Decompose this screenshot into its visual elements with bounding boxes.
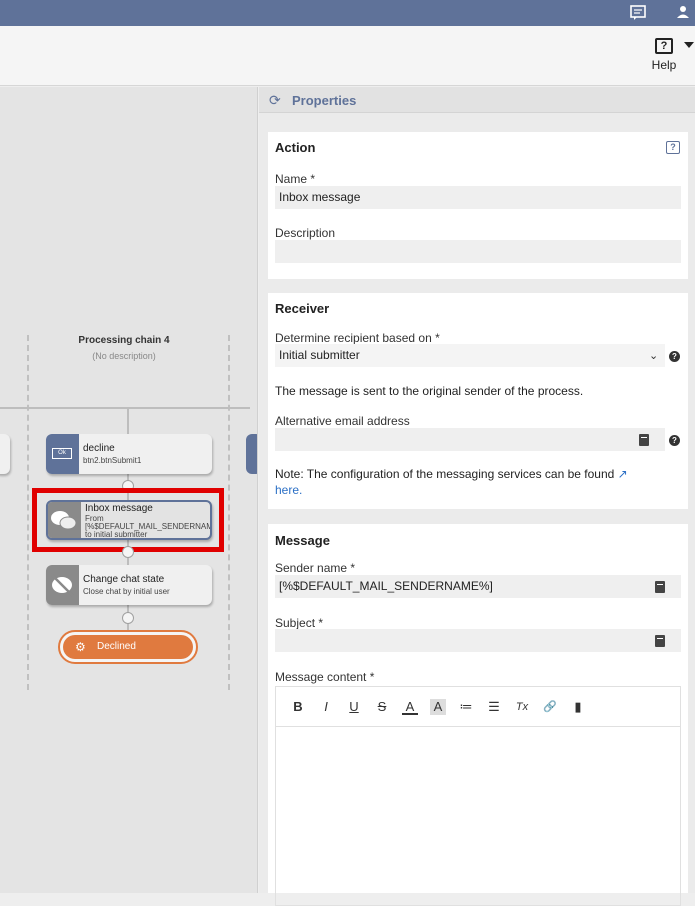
- refresh-icon[interactable]: ⟳: [269, 92, 281, 109]
- gears-icon: ⚙: [75, 640, 86, 654]
- node-subtitle: Close chat by initial user: [83, 587, 170, 596]
- chevron-down-icon[interactable]: ⌄: [649, 349, 658, 362]
- name-label: Name *: [275, 172, 316, 186]
- underline-icon[interactable]: U: [346, 699, 362, 715]
- sender-input[interactable]: [%$DEFAULT_MAIL_SENDERNAME%]: [275, 575, 681, 598]
- chain-title: Processing chain 4: [78, 335, 170, 346]
- alt-email-label: Alternative email address: [275, 414, 410, 428]
- content-label: Message content *: [275, 670, 375, 684]
- recipient-note: The message is sent to the original send…: [275, 384, 584, 398]
- connector-line: [0, 407, 250, 409]
- node-icon-label: Ok: [52, 448, 72, 459]
- question-icon[interactable]: ?: [669, 351, 680, 362]
- message-content-editor[interactable]: [275, 726, 681, 906]
- node-subtitle: btn2.btnSubmit1: [83, 456, 142, 465]
- messaging-note-text: Note: The configuration of the messaging…: [275, 467, 615, 481]
- lane-divider: [228, 335, 230, 690]
- link-icon[interactable]: 🔗: [542, 699, 558, 715]
- book-icon[interactable]: [639, 434, 649, 446]
- node-change-chat-state[interactable]: Change chat state Close chat by initial …: [46, 565, 212, 605]
- selection-highlight: [32, 488, 224, 552]
- action-title: Action: [275, 140, 316, 155]
- chain-description: (No description): [92, 351, 156, 361]
- node-title: decline: [83, 443, 115, 454]
- node-connector[interactable]: [122, 612, 134, 624]
- alt-email-input[interactable]: [275, 428, 665, 451]
- receiver-card: Receiver Determine recipient based on * …: [268, 293, 688, 509]
- messaging-note-link[interactable]: here.: [275, 483, 302, 497]
- neighbor-node[interactable]: [246, 434, 257, 474]
- external-link-icon[interactable]: ↗: [618, 467, 628, 481]
- node-connector[interactable]: [122, 546, 134, 558]
- lane-divider: [27, 335, 29, 690]
- recipient-select[interactable]: Initial submitter: [275, 344, 665, 367]
- action-card: Action ? Name * Inbox message Descriptio…: [268, 132, 688, 279]
- end-state-declined[interactable]: ⚙ Declined: [58, 630, 198, 664]
- editor-toolbar: B I U S A A ≔ ☰ Tx 🔗 ▮: [275, 686, 681, 726]
- chat-off-icon: [46, 565, 79, 605]
- question-icon[interactable]: ?: [669, 435, 680, 446]
- receiver-title: Receiver: [275, 301, 330, 316]
- process-canvas[interactable]: Processing chain 4 (No description) Ok d…: [0, 87, 258, 893]
- properties-header: ⟳ Properties: [259, 87, 695, 113]
- description-label: Description: [275, 226, 336, 240]
- chevron-down-icon[interactable]: [684, 42, 694, 48]
- chat-icon[interactable]: [630, 5, 646, 21]
- node-title: Change chat state: [83, 574, 165, 585]
- strikethrough-icon[interactable]: S: [374, 699, 390, 715]
- book-icon[interactable]: [655, 581, 665, 593]
- help-icon: ?: [655, 38, 673, 54]
- neighbor-node[interactable]: [0, 434, 10, 474]
- properties-title: Properties: [292, 93, 357, 108]
- numbered-list-icon[interactable]: ≔: [458, 699, 474, 715]
- bold-icon[interactable]: B: [290, 699, 306, 715]
- message-title: Message: [275, 533, 330, 548]
- subject-input[interactable]: [275, 629, 681, 652]
- clear-format-icon[interactable]: Tx: [514, 699, 530, 715]
- properties-panel: ⟳ Properties Action ? Name * Inbox messa…: [259, 87, 695, 906]
- user-icon[interactable]: [675, 5, 691, 21]
- toolbar: ? Help: [0, 26, 695, 86]
- description-input[interactable]: [275, 240, 681, 263]
- top-bar: [0, 0, 695, 26]
- text-color-icon[interactable]: A: [402, 699, 418, 715]
- help-icon[interactable]: ?: [666, 141, 680, 154]
- node-decline[interactable]: Ok decline btn2.btnSubmit1: [46, 434, 212, 474]
- recipient-label: Determine recipient based on *: [275, 331, 440, 345]
- messaging-note: Note: The configuration of the messaging…: [275, 466, 675, 498]
- book-icon[interactable]: [655, 635, 665, 647]
- connector-line: [127, 407, 129, 435]
- button-icon: Ok: [46, 434, 79, 474]
- sender-label: Sender name *: [275, 561, 356, 575]
- subject-label: Subject *: [275, 616, 324, 630]
- name-input[interactable]: Inbox message: [275, 186, 681, 209]
- help-label: Help: [651, 58, 677, 72]
- book-icon[interactable]: ▮: [570, 699, 586, 715]
- help-button[interactable]: ? Help: [644, 36, 694, 76]
- highlight-color-icon[interactable]: A: [430, 699, 446, 715]
- end-state-label: Declined: [97, 641, 136, 652]
- bullet-list-icon[interactable]: ☰: [486, 699, 502, 715]
- message-card: Message Sender name * [%$DEFAULT_MAIL_SE…: [268, 524, 688, 906]
- italic-icon[interactable]: I: [318, 699, 334, 715]
